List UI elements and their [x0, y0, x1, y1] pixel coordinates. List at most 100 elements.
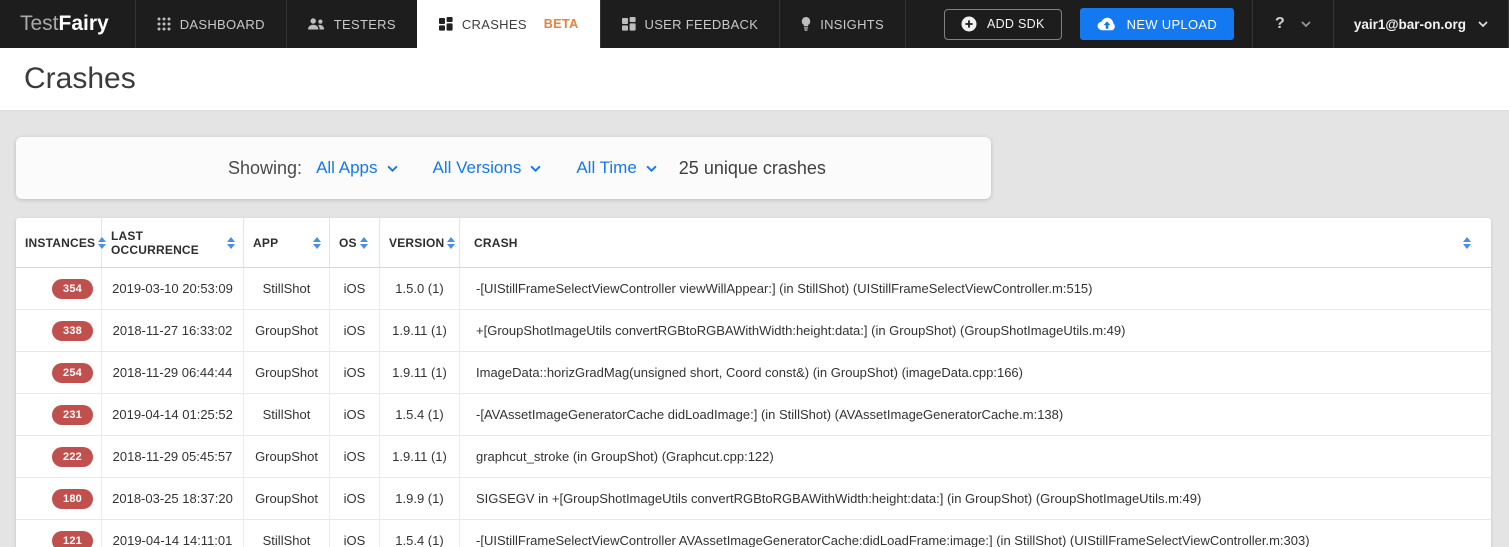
sort-icon[interactable]	[313, 237, 321, 249]
app-cell: StillShot	[244, 520, 330, 547]
navbar-right: ADD SDK NEW UPLOAD ? yair1@bar-on.org	[944, 0, 1509, 48]
showing-label: Showing:	[228, 158, 302, 179]
title-bar: Crashes	[0, 48, 1509, 111]
version-cell: 1.9.11 (1)	[380, 352, 460, 393]
instances-cell: 231	[16, 394, 102, 435]
instances-badge: 354	[52, 279, 93, 299]
last-occurrence-cell: 2019-03-10 20:53:09	[102, 268, 244, 309]
blocks-icon	[439, 17, 453, 31]
nav-item-testers[interactable]: TESTERS	[286, 0, 417, 48]
user-menu[interactable]: yair1@bar-on.org	[1333, 0, 1509, 48]
app-cell: GroupShot	[244, 478, 330, 519]
crash-cell: SIGSEGV in +[GroupShotImageUtils convert…	[460, 478, 1491, 519]
column-header-instances[interactable]: INSTANCES	[16, 218, 102, 267]
chevron-down-icon	[1301, 21, 1311, 27]
crash-cell: +[GroupShotImageUtils convertRGBtoRGBAWi…	[460, 310, 1491, 351]
table-row[interactable]: 231 2019-04-14 01:25:52 StillShot iOS 1.…	[16, 394, 1491, 436]
nav-item-label: DASHBOARD	[180, 17, 265, 32]
instances-cell: 121	[16, 520, 102, 547]
new-upload-label: NEW UPLOAD	[1127, 17, 1217, 32]
nav-item-crashes[interactable]: CRASHES BETA	[417, 0, 600, 48]
add-sdk-button[interactable]: ADD SDK	[944, 9, 1062, 40]
column-header-version[interactable]: VERSION	[380, 218, 460, 267]
sort-icon[interactable]	[227, 237, 235, 249]
app-cell: StillShot	[244, 394, 330, 435]
table-row[interactable]: 121 2019-04-14 14:11:01 StillShot iOS 1.…	[16, 520, 1491, 547]
nav-item-label: TESTERS	[334, 17, 396, 32]
column-label: APP	[253, 236, 278, 250]
user-email: yair1@bar-on.org	[1354, 17, 1466, 32]
column-label: INSTANCES	[25, 236, 95, 250]
table-header: INSTANCES LAST OCCURRENCE APP OS VERSION…	[16, 218, 1491, 268]
last-occurrence-cell: 2019-04-14 01:25:52	[102, 394, 244, 435]
crash-cell: -[UIStillFrameSelectViewController viewW…	[460, 268, 1491, 309]
logo-text-fairy: Fairy	[59, 12, 109, 36]
nav-item-dashboard[interactable]: DASHBOARD	[135, 0, 286, 48]
last-occurrence-cell: 2018-11-27 16:33:02	[102, 310, 244, 351]
table-body: 354 2019-03-10 20:53:09 StillShot iOS 1.…	[16, 268, 1491, 547]
apps-filter-dropdown[interactable]: All Apps	[316, 158, 397, 178]
apps-filter-label: All Apps	[316, 158, 377, 178]
nav-item-label: INSIGHTS	[820, 17, 884, 32]
os-cell: iOS	[330, 436, 380, 477]
version-cell: 1.9.11 (1)	[380, 436, 460, 477]
instances-badge: 180	[52, 489, 93, 509]
versions-filter-dropdown[interactable]: All Versions	[433, 158, 542, 178]
filter-bar: Showing: All Apps All Versions All Time …	[16, 137, 991, 199]
instances-badge: 121	[52, 531, 93, 547]
column-header-crash[interactable]: CRASH	[460, 218, 1491, 267]
bulb-icon	[801, 17, 811, 31]
beta-badge: BETA	[544, 17, 579, 31]
app-cell: GroupShot	[244, 310, 330, 351]
table-row[interactable]: 254 2018-11-29 06:44:44 GroupShot iOS 1.…	[16, 352, 1491, 394]
nav-item-insights[interactable]: INSIGHTS	[779, 0, 906, 48]
app-cell: GroupShot	[244, 352, 330, 393]
instances-cell: 254	[16, 352, 102, 393]
column-label: LAST OCCURRENCE	[111, 229, 224, 257]
last-occurrence-cell: 2018-11-29 06:44:44	[102, 352, 244, 393]
versions-filter-label: All Versions	[433, 158, 522, 178]
plus-circle-icon	[961, 16, 977, 32]
table-row[interactable]: 180 2018-03-25 18:37:20 GroupShot iOS 1.…	[16, 478, 1491, 520]
last-occurrence-cell: 2019-04-14 14:11:01	[102, 520, 244, 547]
chevron-down-icon	[1478, 21, 1488, 27]
os-cell: iOS	[330, 268, 380, 309]
app-cell: GroupShot	[244, 436, 330, 477]
sort-icon[interactable]	[1463, 237, 1471, 249]
people-icon	[308, 18, 325, 30]
new-upload-button[interactable]: NEW UPLOAD	[1080, 8, 1234, 40]
nav-item-label: USER FEEDBACK	[645, 17, 759, 32]
chevron-down-icon	[387, 165, 398, 172]
add-sdk-label: ADD SDK	[987, 17, 1045, 31]
os-cell: iOS	[330, 394, 380, 435]
column-header-os[interactable]: OS	[330, 218, 380, 267]
nav-item-label: CRASHES	[462, 17, 527, 32]
sort-icon[interactable]	[447, 237, 455, 249]
instances-badge: 254	[52, 363, 93, 383]
table-row[interactable]: 222 2018-11-29 05:45:57 GroupShot iOS 1.…	[16, 436, 1491, 478]
time-filter-dropdown[interactable]: All Time	[576, 158, 656, 178]
top-navbar: TestFairy DASHBOARD TESTERS CRASHES BETA	[0, 0, 1509, 48]
instances-cell: 180	[16, 478, 102, 519]
version-cell: 1.5.4 (1)	[380, 394, 460, 435]
chevron-down-icon	[530, 165, 541, 172]
help-menu[interactable]: ?	[1252, 0, 1333, 48]
table-row[interactable]: 354 2019-03-10 20:53:09 StillShot iOS 1.…	[16, 268, 1491, 310]
crashes-table: INSTANCES LAST OCCURRENCE APP OS VERSION…	[16, 218, 1491, 547]
testfairy-logo[interactable]: TestFairy	[0, 0, 135, 48]
chevron-down-icon	[646, 165, 657, 172]
time-filter-label: All Time	[576, 158, 636, 178]
table-row[interactable]: 338 2018-11-27 16:33:02 GroupShot iOS 1.…	[16, 310, 1491, 352]
help-icon: ?	[1275, 15, 1285, 33]
column-label: OS	[339, 236, 357, 250]
column-header-app[interactable]: APP	[244, 218, 330, 267]
app-cell: StillShot	[244, 268, 330, 309]
main-menu: DASHBOARD TESTERS CRASHES BETA USER FEED…	[135, 0, 906, 48]
unique-crashes-count: 25 unique crashes	[679, 158, 826, 179]
column-header-last-occurrence[interactable]: LAST OCCURRENCE	[102, 218, 244, 267]
os-cell: iOS	[330, 310, 380, 351]
version-cell: 1.9.11 (1)	[380, 310, 460, 351]
sort-icon[interactable]	[360, 237, 368, 249]
logo-text-test: Test	[20, 12, 59, 36]
nav-item-user-feedback[interactable]: USER FEEDBACK	[600, 0, 780, 48]
